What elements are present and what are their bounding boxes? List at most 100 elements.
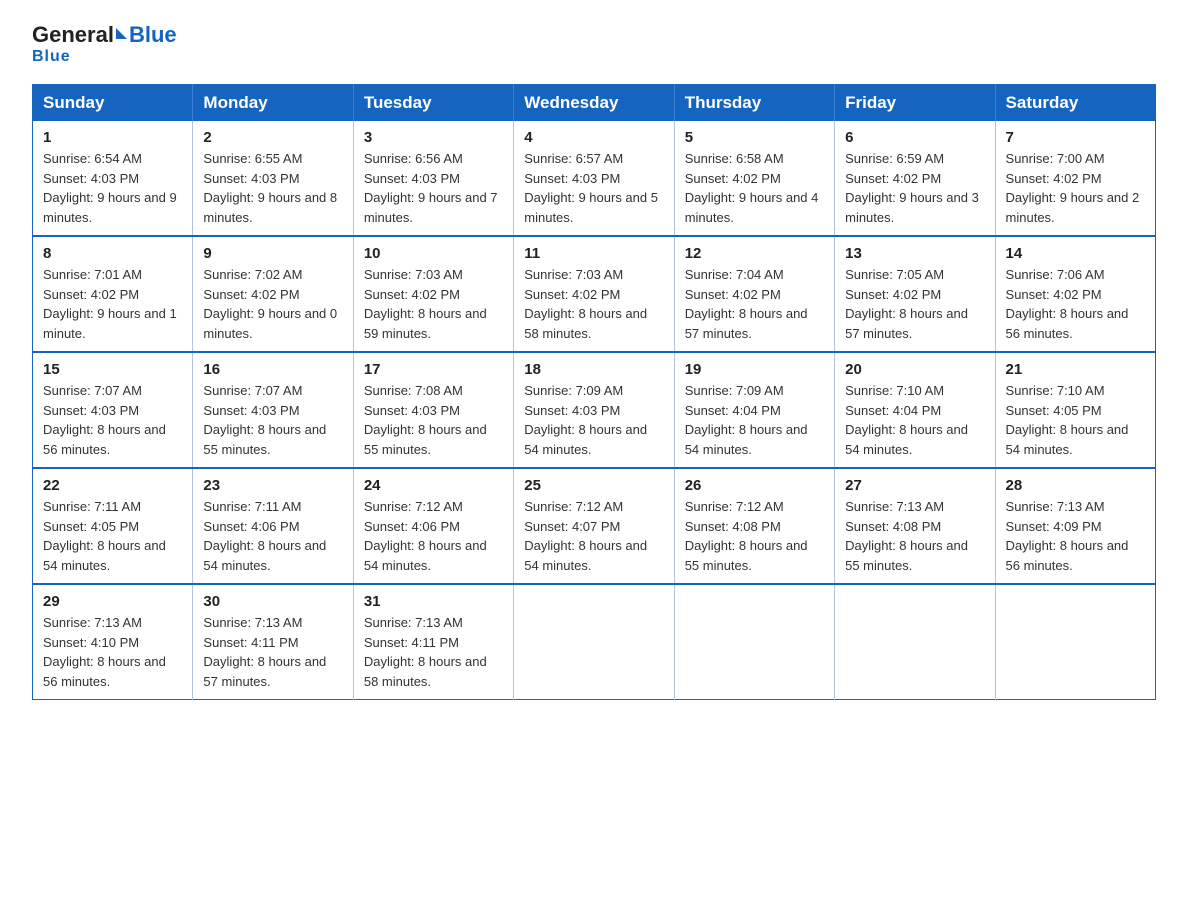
calendar-day-cell <box>514 584 674 700</box>
day-number: 12 <box>685 245 824 262</box>
day-info: Sunrise: 7:08 AMSunset: 4:03 PMDaylight:… <box>364 381 503 459</box>
day-number: 21 <box>1006 361 1145 378</box>
calendar-day-cell: 13 Sunrise: 7:05 AMSunset: 4:02 PMDayligh… <box>835 236 995 352</box>
day-number: 5 <box>685 129 824 146</box>
calendar-day-cell: 8Sunrise: 7:01 AMSunset: 4:02 PMDaylight… <box>33 236 193 352</box>
day-info: Sunrise: 7:13 AMSunset: 4:09 PMDaylight:… <box>1006 497 1145 575</box>
day-number: 29 <box>43 593 182 610</box>
calendar-day-cell: 10 Sunrise: 7:03 AMSunset: 4:02 PMDayligh… <box>353 236 513 352</box>
day-info: Sunrise: 7:03 AMSunset: 4:02 PMDaylight:… <box>524 265 663 343</box>
day-number: 8 <box>43 245 182 262</box>
calendar-day-cell: 4 Sunrise: 6:57 AMSunset: 4:03 PMDaylight… <box>514 121 674 236</box>
day-info: Sunrise: 6:56 AMSunset: 4:03 PMDaylight:… <box>364 149 503 227</box>
calendar-day-cell: 19 Sunrise: 7:09 AMSunset: 4:04 PMDayligh… <box>674 352 834 468</box>
day-info: Sunrise: 7:02 AMSunset: 4:02 PMDaylight:… <box>203 265 342 343</box>
weekday-header-sunday: Sunday <box>33 85 193 122</box>
calendar-day-cell: 27 Sunrise: 7:13 AMSunset: 4:08 PMDayligh… <box>835 468 995 584</box>
day-info: Sunrise: 7:05 AMSunset: 4:02 PMDaylight:… <box>845 265 984 343</box>
day-info: Sunrise: 6:57 AMSunset: 4:03 PMDaylight:… <box>524 149 663 227</box>
calendar-table: SundayMondayTuesdayWednesdayThursdayFrid… <box>32 84 1156 700</box>
day-number: 30 <box>203 593 342 610</box>
calendar-day-cell: 29 Sunrise: 7:13 AMSunset: 4:10 PMDayligh… <box>33 584 193 700</box>
day-info: Sunrise: 7:10 AMSunset: 4:04 PMDaylight:… <box>845 381 984 459</box>
weekday-header-friday: Friday <box>835 85 995 122</box>
day-info: Sunrise: 7:03 AMSunset: 4:02 PMDaylight:… <box>364 265 503 343</box>
calendar-day-cell: 17Sunrise: 7:08 AMSunset: 4:03 PMDayligh… <box>353 352 513 468</box>
day-info: Sunrise: 6:54 AMSunset: 4:03 PMDaylight:… <box>43 149 182 227</box>
day-number: 20 <box>845 361 984 378</box>
day-info: Sunrise: 7:11 AMSunset: 4:05 PMDaylight:… <box>43 497 182 575</box>
logo: General Blue Blue <box>32 24 177 66</box>
calendar-day-cell: 25 Sunrise: 7:12 AMSunset: 4:07 PMDayligh… <box>514 468 674 584</box>
day-info: Sunrise: 6:59 AMSunset: 4:02 PMDaylight:… <box>845 149 984 227</box>
day-info: Sunrise: 7:06 AMSunset: 4:02 PMDaylight:… <box>1006 265 1145 343</box>
day-info: Sunrise: 7:00 AMSunset: 4:02 PMDaylight:… <box>1006 149 1145 227</box>
day-number: 25 <box>524 477 663 494</box>
calendar-day-cell: 16 Sunrise: 7:07 AMSunset: 4:03 PMDayligh… <box>193 352 353 468</box>
calendar-day-cell: 31 Sunrise: 7:13 AMSunset: 4:11 PMDayligh… <box>353 584 513 700</box>
calendar-day-cell: 18Sunrise: 7:09 AMSunset: 4:03 PMDayligh… <box>514 352 674 468</box>
day-number: 11 <box>524 245 663 262</box>
calendar-day-cell <box>995 584 1155 700</box>
calendar-day-cell: 9Sunrise: 7:02 AMSunset: 4:02 PMDaylight… <box>193 236 353 352</box>
weekday-header-wednesday: Wednesday <box>514 85 674 122</box>
day-number: 23 <box>203 477 342 494</box>
calendar-week-row: 15 Sunrise: 7:07 AMSunset: 4:03 PMDayligh… <box>33 352 1156 468</box>
calendar-day-cell: 20 Sunrise: 7:10 AMSunset: 4:04 PMDayligh… <box>835 352 995 468</box>
day-number: 19 <box>685 361 824 378</box>
day-info: Sunrise: 7:09 AMSunset: 4:04 PMDaylight:… <box>685 381 824 459</box>
day-info: Sunrise: 7:12 AMSunset: 4:06 PMDaylight:… <box>364 497 503 575</box>
day-number: 15 <box>43 361 182 378</box>
day-number: 24 <box>364 477 503 494</box>
calendar-day-cell: 21 Sunrise: 7:10 AMSunset: 4:05 PMDayligh… <box>995 352 1155 468</box>
calendar-week-row: 22 Sunrise: 7:11 AMSunset: 4:05 PMDayligh… <box>33 468 1156 584</box>
day-number: 2 <box>203 129 342 146</box>
day-number: 13 <box>845 245 984 262</box>
calendar-day-cell: 7Sunrise: 7:00 AMSunset: 4:02 PMDaylight… <box>995 121 1155 236</box>
logo-general-text: General <box>32 24 114 46</box>
day-number: 27 <box>845 477 984 494</box>
calendar-day-cell: 26Sunrise: 7:12 AMSunset: 4:08 PMDayligh… <box>674 468 834 584</box>
day-number: 28 <box>1006 477 1145 494</box>
day-info: Sunrise: 7:13 AMSunset: 4:08 PMDaylight:… <box>845 497 984 575</box>
weekday-header-tuesday: Tuesday <box>353 85 513 122</box>
page-header: General Blue Blue <box>32 24 1156 66</box>
day-info: Sunrise: 7:07 AMSunset: 4:03 PMDaylight:… <box>203 381 342 459</box>
day-info: Sunrise: 7:12 AMSunset: 4:08 PMDaylight:… <box>685 497 824 575</box>
calendar-week-row: 1 Sunrise: 6:54 AMSunset: 4:03 PMDaylight… <box>33 121 1156 236</box>
day-number: 3 <box>364 129 503 146</box>
calendar-day-cell: 28 Sunrise: 7:13 AMSunset: 4:09 PMDayligh… <box>995 468 1155 584</box>
day-number: 22 <box>43 477 182 494</box>
calendar-day-cell: 5 Sunrise: 6:58 AMSunset: 4:02 PMDaylight… <box>674 121 834 236</box>
calendar-day-cell: 14 Sunrise: 7:06 AMSunset: 4:02 PMDayligh… <box>995 236 1155 352</box>
calendar-day-cell: 23Sunrise: 7:11 AMSunset: 4:06 PMDayligh… <box>193 468 353 584</box>
day-number: 14 <box>1006 245 1145 262</box>
day-number: 6 <box>845 129 984 146</box>
calendar-day-cell <box>835 584 995 700</box>
day-info: Sunrise: 7:12 AMSunset: 4:07 PMDaylight:… <box>524 497 663 575</box>
day-info: Sunrise: 7:10 AMSunset: 4:05 PMDaylight:… <box>1006 381 1145 459</box>
day-info: Sunrise: 7:13 AMSunset: 4:11 PMDaylight:… <box>203 613 342 691</box>
day-info: Sunrise: 6:55 AMSunset: 4:03 PMDaylight:… <box>203 149 342 227</box>
calendar-day-cell: 15Sunrise: 7:07 AMSunset: 4:03 PMDayligh… <box>33 352 193 468</box>
logo-arrow-icon <box>116 28 127 39</box>
day-number: 4 <box>524 129 663 146</box>
day-info: Sunrise: 7:04 AMSunset: 4:02 PMDaylight:… <box>685 265 824 343</box>
day-number: 1 <box>43 129 182 146</box>
calendar-day-cell: 12 Sunrise: 7:04 AMSunset: 4:02 PMDayligh… <box>674 236 834 352</box>
day-number: 16 <box>203 361 342 378</box>
day-info: Sunrise: 7:13 AMSunset: 4:10 PMDaylight:… <box>43 613 182 691</box>
day-info: Sunrise: 6:58 AMSunset: 4:02 PMDaylight:… <box>685 149 824 227</box>
calendar-week-row: 8Sunrise: 7:01 AMSunset: 4:02 PMDaylight… <box>33 236 1156 352</box>
calendar-day-cell: 6 Sunrise: 6:59 AMSunset: 4:02 PMDaylight… <box>835 121 995 236</box>
calendar-day-cell: 11 Sunrise: 7:03 AMSunset: 4:02 PMDayligh… <box>514 236 674 352</box>
calendar-week-row: 29 Sunrise: 7:13 AMSunset: 4:10 PMDayligh… <box>33 584 1156 700</box>
weekday-header-thursday: Thursday <box>674 85 834 122</box>
day-number: 10 <box>364 245 503 262</box>
calendar-day-cell: 1 Sunrise: 6:54 AMSunset: 4:03 PMDaylight… <box>33 121 193 236</box>
calendar-day-cell: 22 Sunrise: 7:11 AMSunset: 4:05 PMDayligh… <box>33 468 193 584</box>
logo-underline: Blue <box>32 48 71 66</box>
day-info: Sunrise: 7:13 AMSunset: 4:11 PMDaylight:… <box>364 613 503 691</box>
day-number: 31 <box>364 593 503 610</box>
calendar-day-cell: 3 Sunrise: 6:56 AMSunset: 4:03 PMDaylight… <box>353 121 513 236</box>
